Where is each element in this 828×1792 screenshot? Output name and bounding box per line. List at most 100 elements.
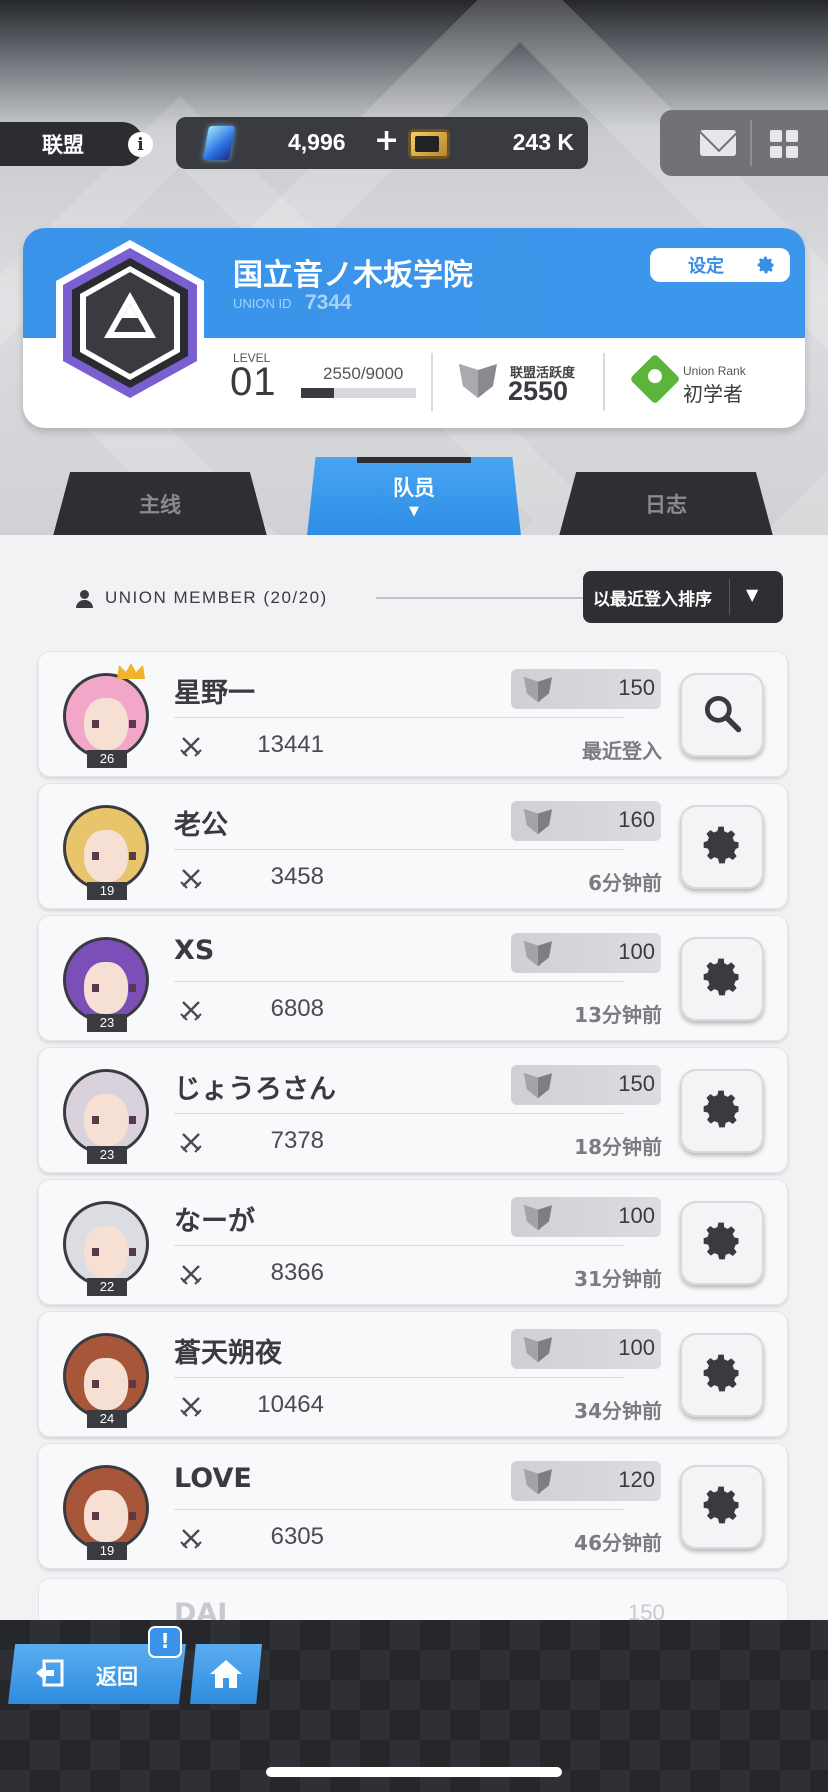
member-last-login: 18分钟前 [574, 1135, 662, 1159]
header-divider [376, 597, 586, 599]
dropdown-divider [729, 579, 730, 615]
member-avatar[interactable]: 19 [63, 805, 149, 900]
home-icon [210, 1660, 242, 1688]
gem-count: 4,996 [288, 129, 346, 155]
union-level: 01 [230, 360, 277, 404]
member-last-login: 13分钟前 [574, 1003, 662, 1027]
search-icon [700, 691, 744, 739]
avatar [63, 1069, 149, 1155]
sort-dropdown[interactable]: 以最近登入排序 ▼ [583, 571, 783, 623]
tab-members[interactable]: 队员 ▼ [307, 457, 521, 536]
member-level-badge: 23 [87, 1146, 127, 1164]
combat-power-icon [180, 735, 202, 757]
member-settings-button[interactable] [680, 1465, 764, 1549]
member-activity-badge: 100 [511, 1197, 661, 1237]
rank-sprout-icon [629, 353, 681, 405]
member-row[interactable]: 26 星野一 150 13441 最近登入 [38, 651, 788, 777]
member-level-badge: 19 [87, 1542, 127, 1560]
gem-icon [203, 126, 235, 160]
activity-shield-icon [521, 938, 555, 968]
member-row[interactable]: 23 XS 100 6808 13分钟前 [38, 915, 788, 1041]
tab-label: 队员 [393, 476, 435, 500]
member-level-badge: 26 [87, 750, 127, 768]
card-divider [603, 353, 605, 411]
home-button[interactable] [190, 1644, 262, 1704]
member-activity-badge: 100 [511, 1329, 661, 1369]
member-settings-button[interactable] [680, 937, 764, 1021]
member-row[interactable]: 22 なーが 100 8366 31分钟前 [38, 1179, 788, 1305]
combat-power-icon [180, 1395, 202, 1417]
member-avatar[interactable]: 23 [63, 1069, 149, 1164]
activity-shield-icon [521, 806, 555, 836]
section-title-label: 联盟 [42, 133, 84, 157]
chevron-down-icon: ▼ [746, 585, 759, 604]
member-combat-power: 13441 [257, 731, 324, 758]
settings-button-label: 设定 [688, 256, 724, 277]
grid-menu-icon[interactable] [770, 130, 798, 158]
member-settings-button[interactable] [680, 1333, 764, 1417]
tab-label: 主线 [139, 493, 181, 517]
combat-power-icon [180, 867, 202, 889]
member-combat-power: 6305 [270, 1523, 324, 1550]
member-combat-power: 6808 [270, 995, 324, 1022]
gear-icon [757, 256, 774, 274]
member-activity: 100 [618, 1203, 655, 1228]
activity-shield-icon [521, 1334, 555, 1364]
home-indicator [266, 1767, 562, 1777]
member-avatar[interactable]: 19 [63, 1465, 149, 1560]
combat-power-icon [180, 1263, 202, 1285]
member-last-login: 34分钟前 [574, 1399, 662, 1423]
tab-log[interactable]: 日志 [559, 472, 773, 536]
union-name: 国立音ノ木坂学院 [233, 258, 473, 293]
member-combat-power: 8366 [270, 1259, 324, 1286]
member-level-badge: 23 [87, 1014, 127, 1032]
member-row[interactable]: 23 じょうろさん 150 7378 18分钟前 [38, 1047, 788, 1173]
member-avatar[interactable]: 23 [63, 937, 149, 1032]
activity-shield-icon [521, 674, 555, 704]
member-activity-badge: 150 [511, 1065, 661, 1105]
sort-dropdown-label: 以最近登入排序 [593, 590, 712, 610]
top-menu [660, 110, 828, 176]
tab-label: 日志 [645, 493, 687, 517]
member-combat-power: 7378 [270, 1127, 324, 1154]
member-level-badge: 22 [87, 1278, 127, 1296]
add-gems-button[interactable]: + [374, 123, 399, 158]
activity-shield-icon [459, 364, 497, 398]
member-activity: 150 [618, 675, 655, 700]
gear-icon [700, 1483, 744, 1531]
union-settings-button[interactable]: 设定 [650, 248, 790, 282]
combat-power-icon [180, 999, 202, 1021]
avatar [63, 1201, 149, 1287]
member-row[interactable]: 24 蒼天朔夜 100 10464 34分钟前 [38, 1311, 788, 1437]
member-avatar[interactable]: 26 [63, 663, 149, 768]
member-row[interactable]: 19 老公 160 3458 6分钟前 [38, 783, 788, 909]
member-avatar[interactable]: 22 [63, 1201, 149, 1296]
member-level-badge: 24 [87, 1410, 127, 1428]
member-avatar[interactable]: 24 [63, 1333, 149, 1428]
avatar [63, 673, 149, 759]
member-activity: 120 [618, 1467, 655, 1492]
gear-icon [700, 1351, 744, 1399]
exp-progress-fill [301, 388, 334, 398]
member-name: LOVE [174, 1463, 252, 1494]
row-divider [174, 1377, 624, 1378]
member-row[interactable]: 19 LOVE 120 6305 46分钟前 [38, 1443, 788, 1569]
tab-main-line[interactable]: 主线 [53, 472, 267, 536]
member-search-button[interactable] [680, 673, 764, 757]
combat-power-icon [180, 1131, 202, 1153]
row-divider [174, 981, 624, 982]
ticket-count: 243 K [512, 129, 574, 155]
member-activity-badge: 160 [511, 801, 661, 841]
info-icon[interactable]: i [128, 132, 153, 157]
mail-icon[interactable] [700, 130, 736, 156]
member-last-login: 31分钟前 [574, 1267, 662, 1291]
member-settings-button[interactable] [680, 1069, 764, 1153]
member-settings-button[interactable] [680, 805, 764, 889]
exit-icon [36, 1659, 64, 1687]
ticket-icon [408, 129, 450, 159]
avatar [63, 805, 149, 891]
member-settings-button[interactable] [680, 1201, 764, 1285]
activity-shield-icon [521, 1466, 555, 1496]
member-activity: 150 [618, 1071, 655, 1096]
member-activity: 160 [618, 807, 655, 832]
